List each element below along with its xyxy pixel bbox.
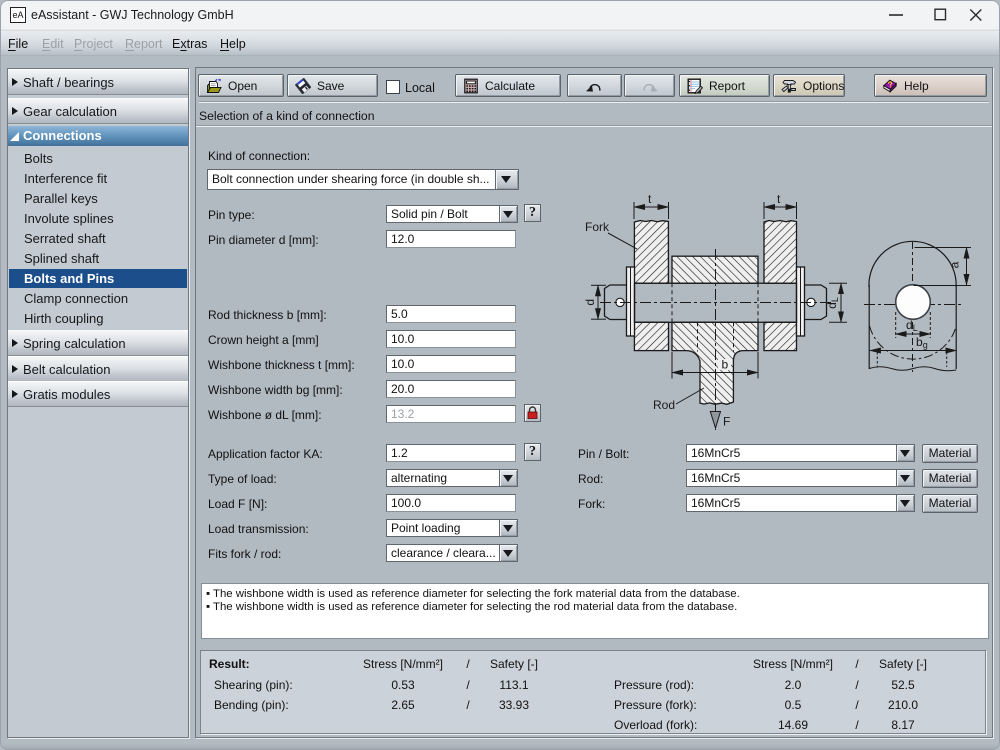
- svg-text:F: F: [723, 415, 730, 429]
- svg-text:?: ?: [887, 79, 894, 90]
- svg-text:d: d: [583, 299, 597, 306]
- svg-text:Rod: Rod: [653, 398, 675, 412]
- svg-text:b: b: [722, 358, 729, 372]
- svg-text:t: t: [648, 192, 652, 206]
- svg-text:dL: dL: [906, 318, 918, 333]
- svg-text:a: a: [948, 261, 962, 268]
- svg-text:dL: dL: [825, 297, 840, 309]
- svg-text:t: t: [777, 192, 781, 206]
- svg-text:bg: bg: [916, 335, 928, 350]
- svg-text:Fork: Fork: [585, 220, 610, 234]
